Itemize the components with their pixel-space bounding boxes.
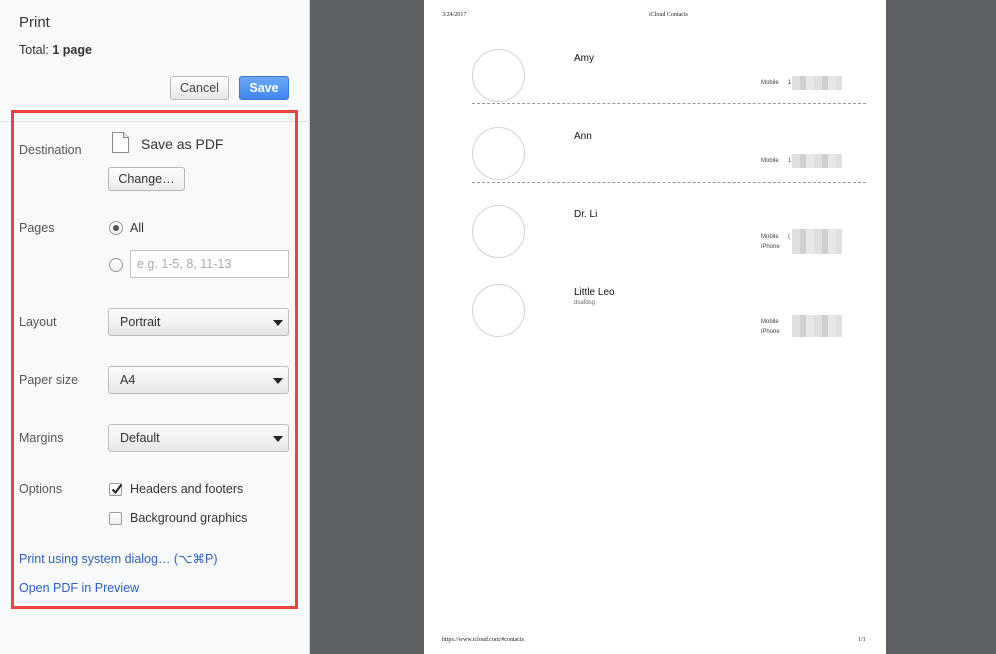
contact-phone-label: Mobile: [761, 319, 779, 325]
contact-name: Dr. Li: [574, 209, 598, 220]
redacted-phone: [792, 315, 842, 337]
contact-name: Ann: [574, 131, 592, 142]
contact-card: Ann Mobile 1: [424, 78, 886, 180]
avatar: [472, 284, 525, 337]
total-pages: Total: 1 page: [19, 43, 92, 57]
cancel-button[interactable]: Cancel: [170, 76, 229, 100]
contact-subtitle: dsafdsg: [574, 300, 596, 306]
contact-name: Little Leo: [574, 287, 615, 298]
print-settings-sidebar: Print Total: 1 page Cancel Save Destinat…: [0, 0, 310, 654]
total-value: 1 page: [52, 43, 92, 57]
contact-card: Little Leo dsafdsg Mobile iPhone: [424, 235, 886, 337]
contact-card: Dr. Li Mobile iPhone (: [424, 156, 886, 258]
page-footer-url: https://www.icloud.com/#contacts: [442, 637, 524, 643]
highlight-annotation-box: [11, 110, 298, 609]
page-footer-number: 1/1: [858, 637, 866, 643]
total-label: Total:: [19, 43, 49, 57]
dialog-title: Print: [19, 14, 50, 31]
print-preview-page: 3/24/2017 iCloud Contacts Amy Mobile 1 A…: [424, 0, 886, 654]
contact-name: Amy: [574, 53, 594, 64]
contact-phone-label: iPhone: [761, 329, 780, 335]
save-button[interactable]: Save: [239, 76, 289, 100]
contact-card: Amy Mobile 1: [424, 0, 886, 102]
